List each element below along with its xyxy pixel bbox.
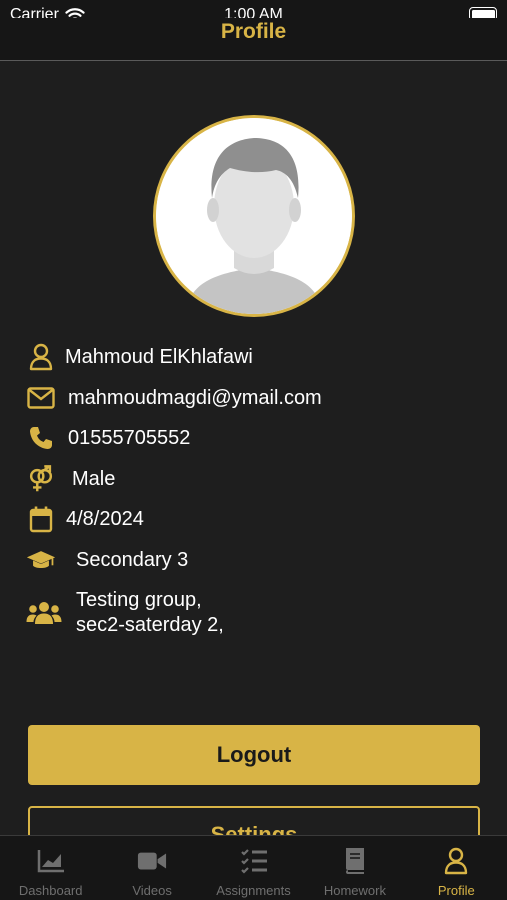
envelope-icon	[26, 383, 56, 413]
profile-groups: Testing group, sec2-saterday 2,	[76, 588, 224, 638]
phone-icon	[26, 423, 56, 453]
profile-phone-row: 01555705552	[26, 423, 190, 453]
tab-assignments-label: Assignments	[216, 883, 291, 898]
video-icon	[137, 846, 167, 876]
graduation-cap-icon	[26, 545, 56, 575]
profile-name: Mahmoud ElKhlafawi	[65, 345, 253, 368]
book-icon	[340, 846, 370, 876]
avatar-placeholder-icon	[156, 118, 352, 314]
profile-phone: 01555705552	[68, 426, 191, 449]
gender-icon	[26, 464, 56, 494]
tab-profile-label: Profile	[437, 883, 475, 898]
chart-icon	[36, 846, 66, 876]
users-group-icon	[26, 598, 62, 628]
profile-name-row: Mahmoud ElKhlafawi	[26, 342, 253, 372]
tab-assignments[interactable]: Assignments	[203, 836, 304, 900]
profile-groups-row: Testing group, sec2-saterday 2,	[26, 588, 224, 638]
profile-date: 4/8/2024	[66, 507, 144, 530]
calendar-icon	[26, 504, 56, 534]
tab-homework-label: Homework	[323, 883, 386, 898]
page-title: Profile	[220, 20, 287, 43]
navigation-bar: Profile	[0, 18, 507, 61]
profile-email-row: mahmoudmagdi@ymail.com	[26, 383, 322, 413]
profile-email: mahmoudmagdi@ymail.com	[68, 386, 322, 409]
tab-profile[interactable]: Profile	[406, 836, 507, 900]
profile-date-row: 4/8/2024	[26, 504, 144, 534]
tab-videos-label: Videos	[132, 883, 172, 898]
checklist-icon	[239, 846, 269, 876]
user-icon	[26, 342, 56, 372]
tab-homework[interactable]: Homework	[304, 836, 405, 900]
profile-grade-row: Secondary 3	[26, 545, 188, 575]
avatar[interactable]	[153, 115, 355, 317]
tab-dashboard-label: Dashboard	[18, 883, 83, 898]
tab-bar: Dashboard Videos Assignments Homework Pr…	[0, 835, 507, 900]
profile-group-line-2: sec2-saterday 2,	[76, 614, 224, 636]
logout-button[interactable]: Logout	[28, 725, 480, 785]
profile-gender: Male	[72, 467, 116, 490]
profile-gender-row: Male	[26, 464, 115, 494]
profile-grade: Secondary 3	[76, 548, 189, 571]
tab-videos[interactable]: Videos	[101, 836, 202, 900]
tab-dashboard[interactable]: Dashboard	[0, 836, 101, 900]
user-icon	[441, 846, 471, 876]
profile-group-line-1: Testing group,	[76, 589, 202, 611]
